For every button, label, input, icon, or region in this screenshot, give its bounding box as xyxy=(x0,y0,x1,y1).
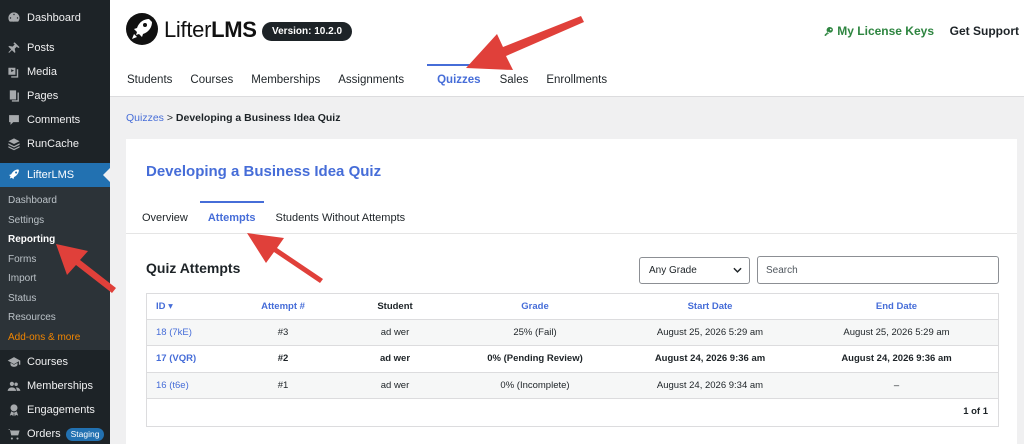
quiz-report-card: Developing a Business Idea Quiz Overview… xyxy=(126,139,1017,444)
nav-tab-courses[interactable]: Courses xyxy=(181,64,242,97)
attempt-number: #2 xyxy=(221,345,345,373)
sidebar-item-dashboard[interactable]: Dashboard xyxy=(0,6,110,30)
end-date: – xyxy=(795,372,998,399)
attempt-number: #3 xyxy=(221,319,345,346)
column-student: Student xyxy=(345,294,445,320)
grade-filter-select[interactable]: Any Grade xyxy=(639,257,750,284)
reporting-nav: Students Courses Memberships Assignments… xyxy=(118,64,616,97)
nav-tab-enrollments[interactable]: Enrollments xyxy=(537,64,616,97)
start-date: August 24, 2026 9:36 am xyxy=(625,345,795,373)
submenu-forms[interactable]: Forms xyxy=(0,250,110,270)
quiz-attempts-heading: Quiz Attempts xyxy=(146,260,241,276)
lifterlms-rocket-icon xyxy=(7,168,21,182)
dashboard-icon xyxy=(7,11,21,25)
nav-tab-quizzes[interactable]: Quizzes xyxy=(427,64,492,97)
sidebar-item-comments[interactable]: Comments xyxy=(0,108,110,132)
memberships-icon xyxy=(7,379,21,393)
nav-tab-assignments[interactable]: Assignments xyxy=(329,64,413,97)
start-date: August 25, 2026 5:29 am xyxy=(625,319,795,346)
sidebar-item-pages[interactable]: Pages xyxy=(0,84,110,108)
attempt-number: #1 xyxy=(221,372,345,399)
breadcrumb-current: Developing a Business Idea Quiz xyxy=(175,112,341,124)
nav-tab-sales[interactable]: Sales xyxy=(491,64,538,97)
pin-icon xyxy=(7,41,21,55)
admin-sidebar: Dashboard Posts Media Pages Comments Run… xyxy=(0,0,110,444)
student-name: ad wer xyxy=(345,372,445,399)
nav-tab-memberships[interactable]: Memberships xyxy=(242,64,329,97)
sidebar-item-orders[interactable]: Orders Staging xyxy=(0,422,110,444)
lifterlms-brand: LifterLMS xyxy=(164,17,257,42)
breadcrumb: Quizzes > Developing a Business Idea Qui… xyxy=(126,112,340,124)
tab-overview[interactable]: Overview xyxy=(134,201,196,233)
table-row: 18 (7kE) #3 ad wer 25% (Fail) August 25,… xyxy=(147,319,998,346)
tab-attempts[interactable]: Attempts xyxy=(199,201,264,233)
comments-icon xyxy=(7,113,21,127)
attempt-id-link[interactable]: 17 (VQR) xyxy=(147,345,221,373)
column-id[interactable]: ID ▾ xyxy=(147,294,221,320)
pagination-status: 1 of 1 xyxy=(963,406,988,417)
start-date: August 24, 2026 9:34 am xyxy=(625,372,795,399)
key-icon xyxy=(824,26,834,36)
student-name: ad wer xyxy=(345,345,445,373)
search-input[interactable] xyxy=(757,256,999,284)
table-row: 16 (t6e) #1 ad wer 0% (Incomplete) Augus… xyxy=(147,372,998,399)
engagements-icon xyxy=(7,403,21,417)
sidebar-item-posts[interactable]: Posts xyxy=(0,36,110,60)
table-row: 17 (VQR) #2 ad wer 0% (Pending Review) A… xyxy=(147,345,998,373)
submenu-settings[interactable]: Settings xyxy=(0,211,110,231)
submenu-resources[interactable]: Resources xyxy=(0,308,110,328)
cart-icon xyxy=(7,427,21,441)
student-name: ad wer xyxy=(345,319,445,346)
lifterlms-header: LifterLMS Version: 10.2.0 My License Key… xyxy=(110,0,1024,97)
attempt-id-link[interactable]: 18 (7kE) xyxy=(147,319,221,346)
breadcrumb-separator: > xyxy=(163,112,176,124)
lifterlms-submenu: Dashboard Settings Reporting Forms Impor… xyxy=(0,187,110,350)
column-attempt[interactable]: Attempt # xyxy=(221,294,345,320)
staging-badge: Staging xyxy=(65,427,105,441)
sidebar-item-lifterlms[interactable]: LifterLMS xyxy=(0,163,110,187)
nav-tab-students[interactable]: Students xyxy=(118,64,181,97)
sidebar-item-engagements[interactable]: Engagements xyxy=(0,398,110,422)
lifterlms-logo-icon xyxy=(125,12,159,46)
grade-value: 0% (Pending Review) xyxy=(445,345,625,373)
get-support-link[interactable]: Get Support xyxy=(950,24,1019,38)
submenu-import[interactable]: Import xyxy=(0,269,110,289)
submenu-status[interactable]: Status xyxy=(0,289,110,309)
sidebar-item-media[interactable]: Media xyxy=(0,60,110,84)
end-date: August 25, 2026 5:29 am xyxy=(795,319,998,346)
media-icon xyxy=(7,65,21,79)
courses-icon xyxy=(7,355,21,369)
column-end-date[interactable]: End Date xyxy=(795,294,998,320)
my-license-keys-link[interactable]: My License Keys xyxy=(823,24,934,38)
sidebar-item-courses[interactable]: Courses xyxy=(0,350,110,374)
breadcrumb-quizzes-link[interactable]: Quizzes xyxy=(126,112,164,124)
sidebar-item-memberships[interactable]: Memberships xyxy=(0,374,110,398)
grade-value: 25% (Fail) xyxy=(445,319,625,346)
submenu-addons[interactable]: Add-ons & more xyxy=(0,328,110,348)
quiz-tabs: Overview Attempts Students Without Attem… xyxy=(126,201,1017,234)
attempts-table: ID ▾ Attempt # Student Grade Start Date … xyxy=(146,293,999,427)
runcache-icon xyxy=(7,137,21,151)
tab-students-without-attempts[interactable]: Students Without Attempts xyxy=(268,201,414,233)
grade-value: 0% (Incomplete) xyxy=(445,372,625,399)
version-badge: Version: 10.2.0 xyxy=(262,22,353,41)
pages-icon xyxy=(7,89,21,103)
column-grade[interactable]: Grade xyxy=(445,294,625,320)
submenu-reporting[interactable]: Reporting xyxy=(0,230,110,250)
column-start-date[interactable]: Start Date xyxy=(625,294,795,320)
attempt-id-link[interactable]: 16 (t6e) xyxy=(147,372,221,399)
page-title: Developing a Business Idea Quiz xyxy=(146,163,382,180)
chevron-down-icon xyxy=(733,267,742,273)
end-date: August 24, 2026 9:36 am xyxy=(795,345,998,373)
sidebar-item-runcache[interactable]: RunCache xyxy=(0,132,110,156)
table-header-row: ID ▾ Attempt # Student Grade Start Date … xyxy=(147,294,998,320)
submenu-dashboard[interactable]: Dashboard xyxy=(0,191,110,211)
